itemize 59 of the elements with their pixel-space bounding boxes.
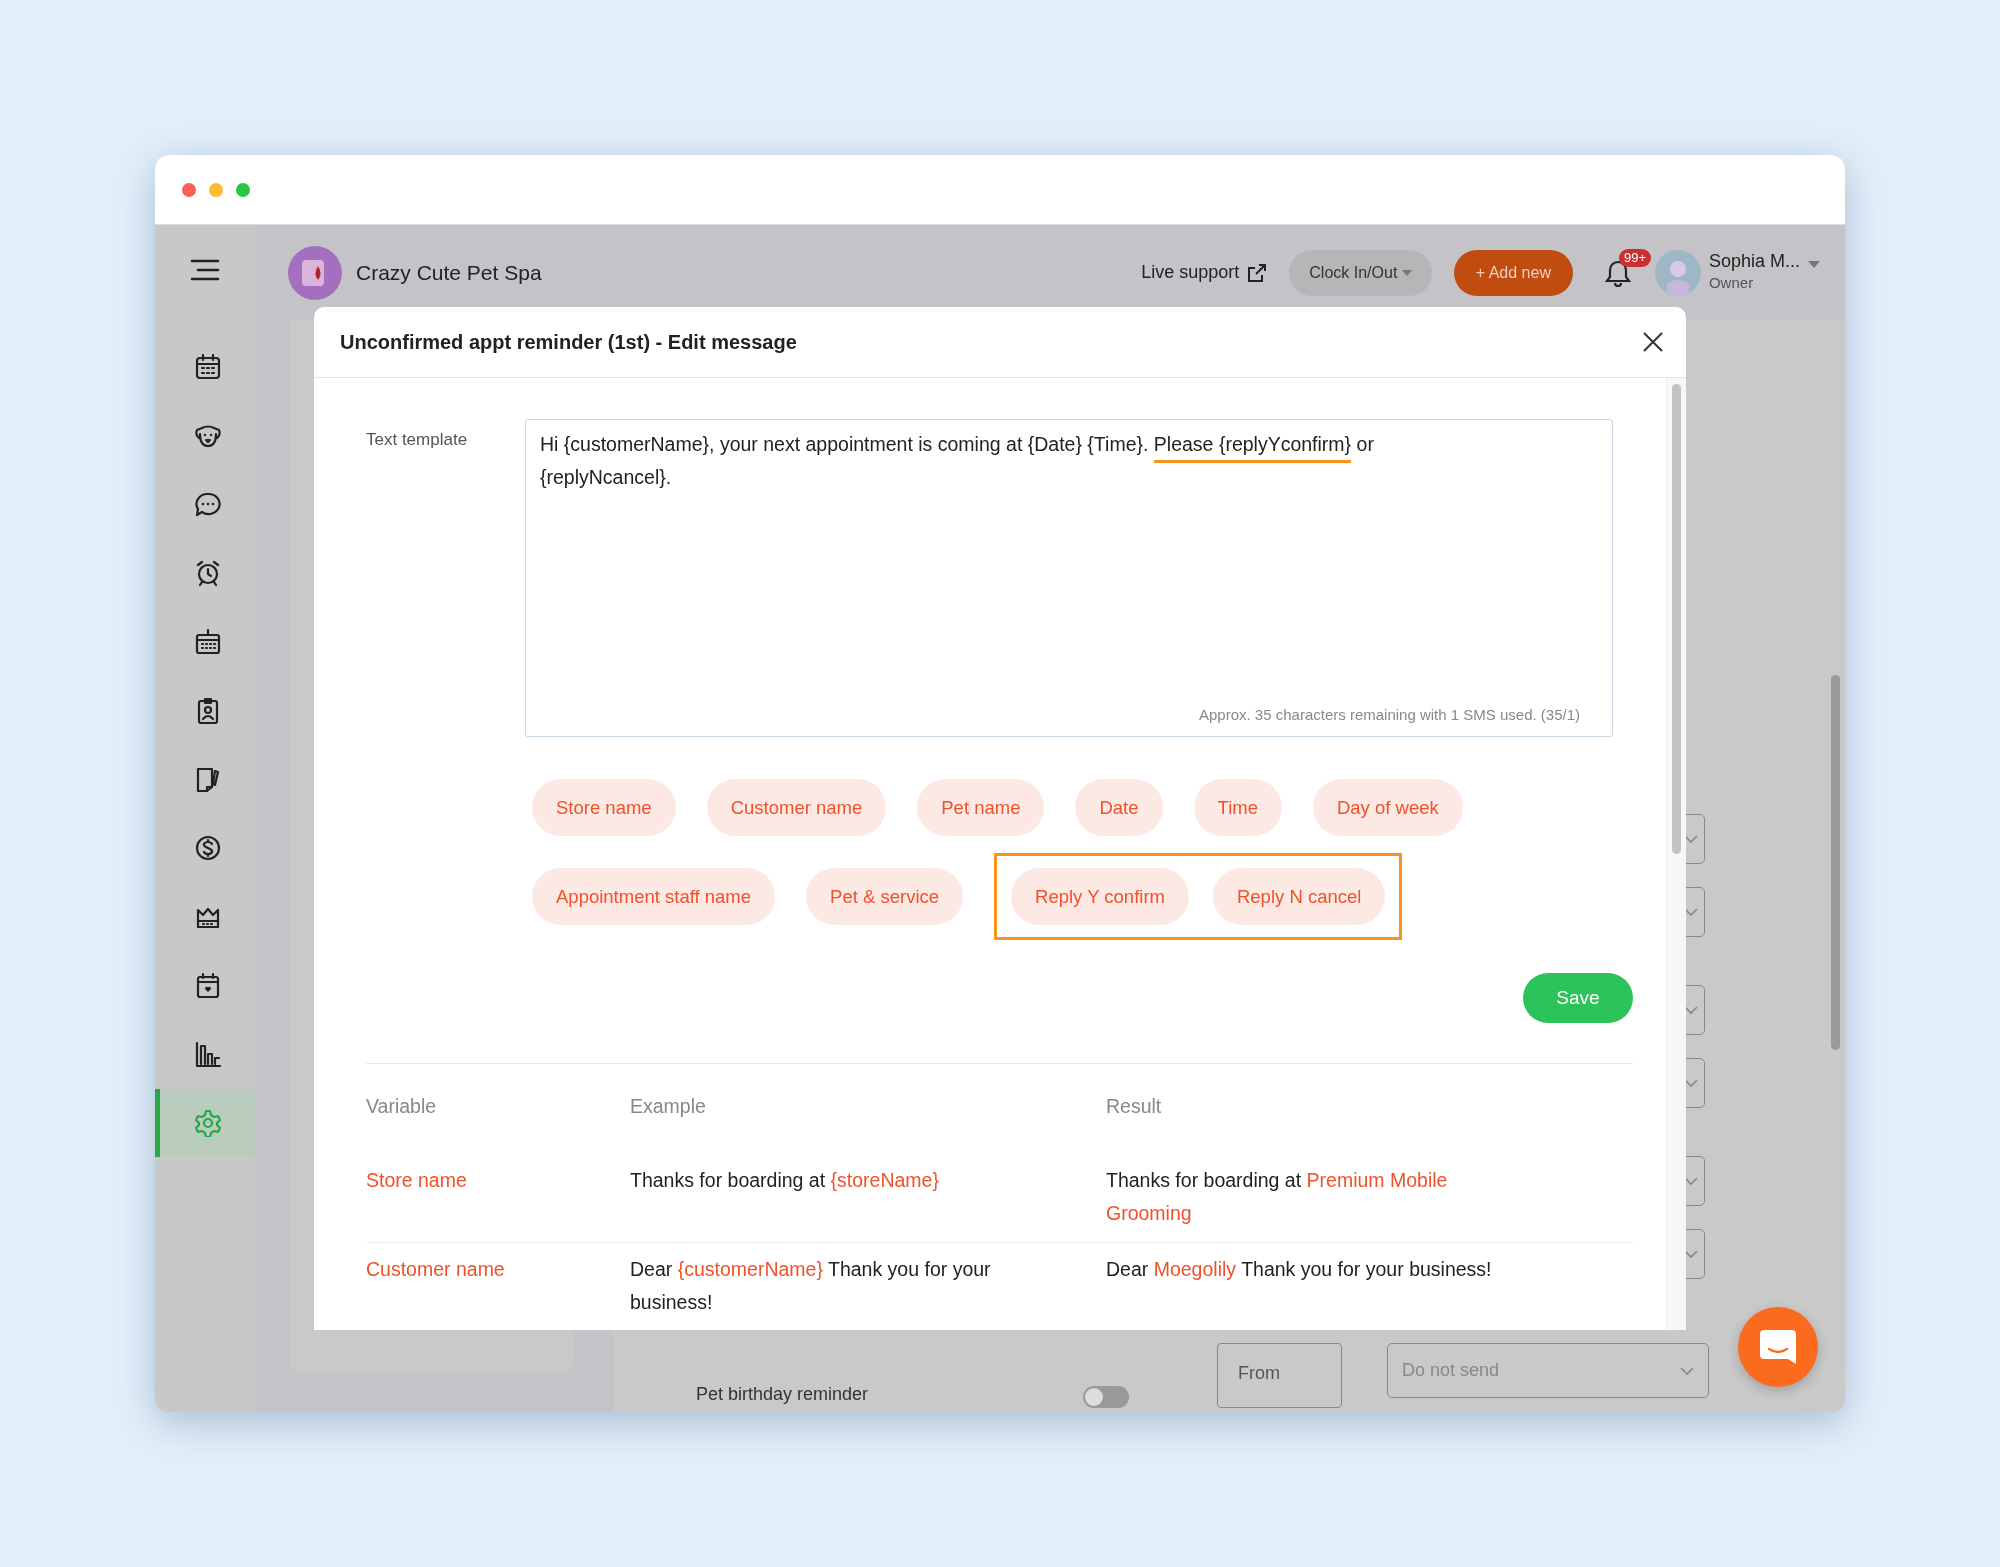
caret-icon	[1401, 270, 1412, 277]
chevron-down-icon	[1684, 834, 1698, 844]
user-role: Owner	[1708, 273, 1755, 294]
live-support-link[interactable]: Live support	[1141, 259, 1268, 286]
message-field[interactable]: Hi {customerName}, your next appointment is coming at {Date} {Time}. Please {replyYconfirm} or {replyNcancel}. Approx. 35 characters remaining with 1 SMS used. (35/1)	[525, 419, 1613, 737]
clock-in-out-button[interactable]: Clock In/Out	[1289, 249, 1432, 296]
variable-chip[interactable]: Pet & service	[806, 868, 964, 925]
table-cell-text: Thanks for boarding at Premium Mobile Grooming	[1106, 1168, 1449, 1226]
bar-chart-icon	[193, 1040, 222, 1069]
chevron-down-icon	[1684, 1078, 1698, 1088]
from-field[interactable]: From	[1217, 1343, 1342, 1408]
add-new-button[interactable]: + Add new	[1453, 249, 1573, 296]
variable-chip[interactable]: Day of week	[1312, 779, 1463, 836]
close-icon[interactable]	[1642, 331, 1664, 353]
variable-chip[interactable]: Customer name	[706, 779, 887, 836]
calendar-icon	[193, 353, 222, 382]
settings-icon	[193, 1108, 222, 1137]
calendar-grid-icon	[193, 628, 222, 657]
table-cell-text: Dear {customerName} Thank you for your business!	[630, 1257, 992, 1315]
dialog-title: Unconfirmed appt reminder (1st) - Edit message	[340, 330, 797, 355]
variable-chip[interactable]: Pet name	[917, 779, 1045, 836]
column-header: Example	[630, 1094, 707, 1119]
table-cell-text: Thanks for boarding at {storeName}	[630, 1168, 940, 1193]
toggle-switch[interactable]	[1083, 1386, 1129, 1408]
notification-badge: 99+	[1618, 248, 1651, 267]
speech-bubble-icon	[193, 490, 222, 519]
chevron-down-icon	[1684, 1249, 1698, 1259]
reminder-label: Pet birthday reminder	[695, 1383, 868, 1406]
column-header: Variable	[366, 1094, 438, 1119]
variable-chip[interactable]: Appointment staff name	[532, 868, 776, 925]
variable-chip[interactable]: Date	[1075, 779, 1163, 836]
column-header: Result	[1106, 1094, 1163, 1119]
table-cell-text: Customer name	[366, 1257, 506, 1282]
table-cell-text: Store name	[366, 1168, 468, 1193]
external-link-icon	[1247, 262, 1268, 283]
variable-chip[interactable]: Reply Y confirm	[1011, 868, 1189, 925]
chevron-down-icon	[1684, 907, 1698, 917]
send-select[interactable]: Do not send	[1387, 1343, 1709, 1398]
save-button[interactable]: Save	[1523, 973, 1633, 1023]
variable-chip[interactable]: Reply N cancel	[1212, 868, 1386, 925]
field-label: Text template	[366, 429, 469, 451]
zoom-dot-icon[interactable]	[236, 182, 250, 197]
table-cell-text: Dear Moegolily Thank you for your business!	[1106, 1257, 1493, 1282]
store-name: Crazy Cute Pet Spa	[356, 259, 542, 286]
variable-chip[interactable]: Store name	[532, 779, 676, 836]
minimize-dot-icon[interactable]	[209, 182, 223, 197]
chevron-down-icon	[1680, 1365, 1694, 1376]
close-dot-icon[interactable]	[182, 182, 196, 197]
dollar-icon	[193, 834, 222, 863]
scrollbar[interactable]	[1672, 384, 1681, 854]
caret-icon[interactable]	[1808, 260, 1820, 269]
menu-icon[interactable]	[190, 259, 220, 281]
chat-icon	[1758, 1328, 1798, 1366]
user-name[interactable]: Sophia M...	[1708, 250, 1800, 273]
character-counter: Approx. 35 characters remaining with 1 SMS used. (35/1)	[1199, 704, 1580, 725]
variable-chip[interactable]: Time	[1193, 779, 1282, 836]
scrollbar[interactable]	[1831, 675, 1840, 1050]
chevron-down-icon	[1684, 1005, 1698, 1015]
chevron-down-icon	[1684, 1176, 1698, 1186]
